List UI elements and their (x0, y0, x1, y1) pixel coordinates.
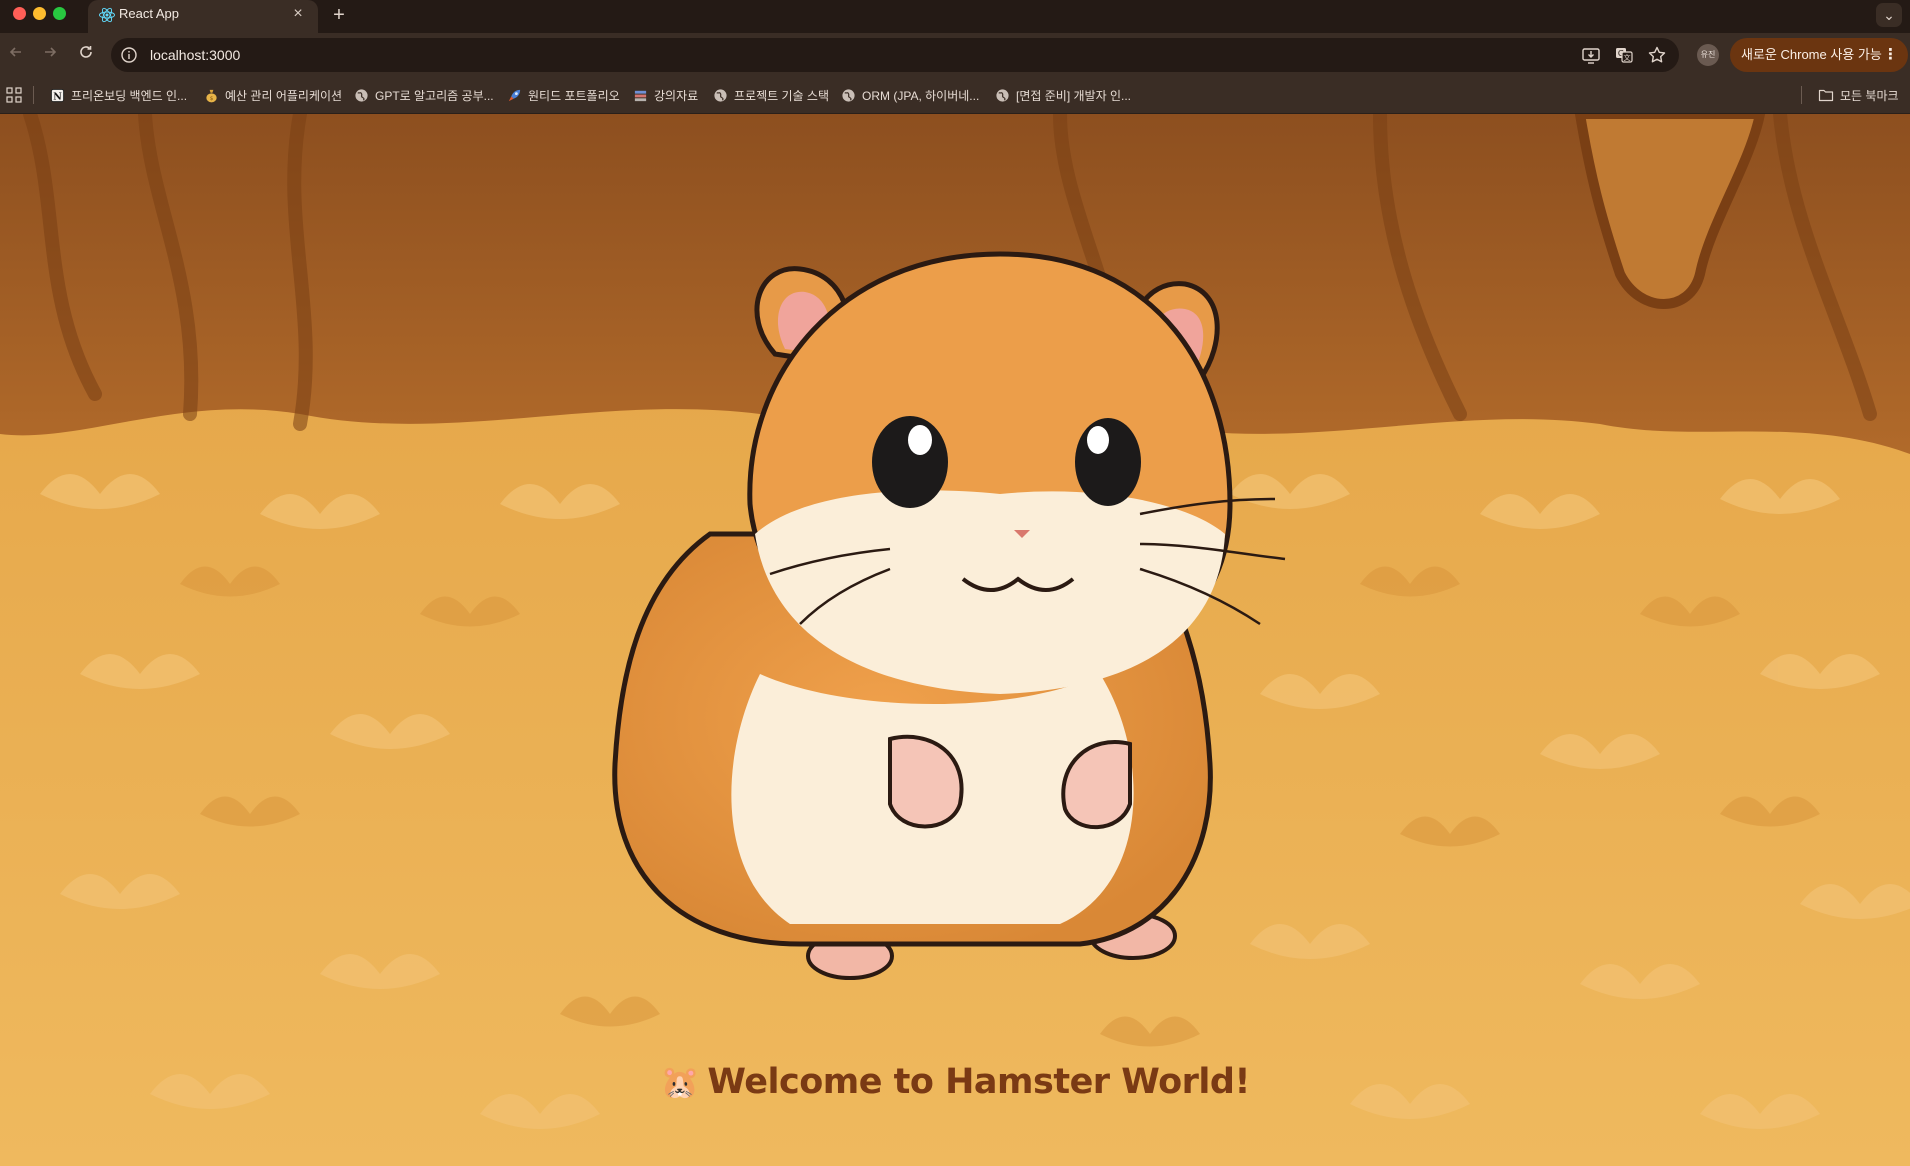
svg-text:$: $ (210, 96, 214, 102)
tab-title: React App (119, 6, 179, 21)
bookmark-label: GPT로 알고리즘 공부... (375, 88, 494, 103)
tab-strip: React App × + ⌄ (0, 0, 1910, 33)
arrow-right-icon (45, 47, 57, 57)
address-bar[interactable]: localhost:3000 G 文 (111, 38, 1679, 72)
hamster-background-illustration (0, 114, 1910, 1166)
close-tab-icon[interactable]: × (288, 4, 308, 24)
globe-icon (996, 88, 1009, 102)
react-icon (99, 7, 115, 23)
new-tab-button[interactable]: + (326, 2, 352, 28)
bookmark-item[interactable]: ORM (JPA, 하이버네... (841, 83, 979, 107)
bookmark-label: 예산 관리 어플리케이션 (225, 88, 343, 103)
translate-icon[interactable]: G 文 (1614, 45, 1634, 65)
browser-toolbar: localhost:3000 G 文 유진 새로운 Chrome 사용 가능 ⋮ (0, 33, 1910, 77)
minimize-window-button[interactable] (33, 7, 46, 20)
more-menu-icon[interactable]: ⋮ (1883, 38, 1898, 72)
hamster-emoji-icon: 🐹 (660, 1063, 700, 1101)
chrome-update-button[interactable]: 새로운 Chrome 사용 가능 ⋮ (1730, 38, 1908, 72)
bookmark-label: [면접 준비] 개발자 인... (1016, 88, 1131, 103)
tab-search-button[interactable]: ⌄ (1876, 3, 1902, 27)
bookmark-item[interactable]: N 프리온보딩 백엔드 인... (50, 83, 187, 107)
maximize-window-button[interactable] (53, 7, 66, 20)
close-window-button[interactable] (13, 7, 26, 20)
reload-button[interactable] (74, 43, 98, 67)
rocket-icon (508, 89, 521, 101)
update-label: 새로운 Chrome 사용 가능 (1741, 47, 1882, 62)
profile-avatar[interactable]: 유진 (1697, 44, 1719, 66)
install-app-icon[interactable] (1581, 45, 1601, 65)
bookmark-item[interactable]: 원티드 포트폴리오 (507, 83, 620, 107)
bookmark-item[interactable]: $ 예산 관리 어플리케이션 (204, 83, 342, 107)
all-bookmarks-label: 모든 북마크 (1840, 88, 1899, 103)
bookmarks-bar: N 프리온보딩 백엔드 인... $ 예산 관리 어플리케이션 GPT로 알고리… (0, 77, 1910, 114)
svg-text:文: 文 (1624, 53, 1631, 62)
money-bag-icon: $ (206, 89, 217, 102)
back-button[interactable] (4, 43, 28, 67)
globe-icon (842, 88, 855, 102)
bookmark-label: 원티드 포트폴리오 (528, 88, 620, 103)
bookmark-item[interactable]: 강의자료 (633, 83, 698, 107)
bookmark-label: 강의자료 (654, 88, 699, 103)
bookmark-label: 프로젝트 기술 스택 (734, 88, 829, 103)
forward-button[interactable] (38, 43, 62, 67)
reload-icon (80, 46, 92, 58)
bookmark-item[interactable]: 프로젝트 기술 스택 (713, 83, 829, 107)
welcome-heading: 🐹 Welcome to Hamster World! (0, 1062, 1910, 1102)
site-info-icon[interactable] (120, 46, 138, 64)
folder-icon (1818, 89, 1834, 102)
bookmark-item[interactable]: [면접 준비] 개발자 인... (995, 83, 1131, 107)
bookmark-star-icon[interactable] (1647, 45, 1667, 65)
notion-icon: N (50, 88, 65, 102)
books-icon (634, 90, 647, 101)
globe-icon (714, 88, 727, 102)
arrow-left-icon (9, 47, 21, 57)
bookmarks-divider (33, 86, 34, 104)
bookmark-label: ORM (JPA, 하이버네... (862, 88, 980, 103)
globe-icon (355, 88, 368, 102)
page-content: 🐹 Welcome to Hamster World! (0, 114, 1910, 1166)
bookmark-item[interactable]: GPT로 알고리즘 공부... (354, 83, 494, 107)
apps-grid-icon[interactable] (6, 87, 22, 103)
svg-text:N: N (53, 91, 62, 102)
bookmark-label: 프리온보딩 백엔드 인... (71, 88, 188, 103)
tab-react-app[interactable]: React App × (88, 0, 318, 33)
welcome-text: Welcome to Hamster World! (707, 1062, 1250, 1102)
bookmarks-divider (1801, 86, 1802, 104)
all-bookmarks-button[interactable]: 모든 북마크 (1818, 83, 1899, 107)
url-text: localhost:3000 (150, 47, 241, 63)
